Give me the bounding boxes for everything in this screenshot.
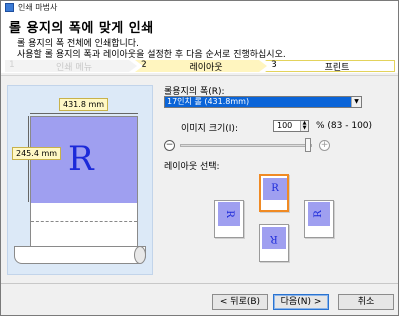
app-icon bbox=[5, 3, 14, 12]
layout-option-bottom[interactable]: R bbox=[259, 224, 289, 262]
layout-option-top[interactable]: R bbox=[259, 174, 289, 212]
print-wizard-window: 인쇄 마법사 롤 용지의 폭에 맞게 인쇄 롤 용지의 폭 전체에 인쇄합니다.… bbox=[0, 0, 399, 316]
back-button[interactable]: < 뒤로(B) bbox=[212, 294, 268, 310]
layout-option-right[interactable]: R bbox=[304, 200, 334, 238]
zoom-in-icon[interactable]: + bbox=[319, 140, 330, 151]
next-button[interactable]: 다음(N) > bbox=[273, 294, 329, 310]
image-size-value: 100 bbox=[277, 121, 293, 130]
layout-select-label: 레이아웃 선택: bbox=[164, 162, 220, 172]
step-number: 2 bbox=[141, 60, 147, 70]
roll-width-value: 17인치 롤 (431.8mm) bbox=[165, 97, 351, 107]
height-label: 245.4 mm bbox=[12, 147, 62, 160]
step-number: 3 bbox=[271, 60, 277, 70]
footer-divider bbox=[1, 283, 398, 284]
image-size-spinner[interactable]: 100 ▲ ▼ bbox=[273, 120, 309, 132]
page-heading: 롤 용지의 폭에 맞게 인쇄 bbox=[9, 21, 154, 36]
layout-thumb: R bbox=[308, 202, 330, 226]
step-label: 프린트 bbox=[324, 63, 350, 73]
layout-option-left[interactable]: R bbox=[214, 200, 244, 238]
header-divider bbox=[1, 75, 398, 76]
slider-thumb[interactable] bbox=[305, 138, 311, 152]
image-size-label: 이미지 크기(I): bbox=[181, 124, 238, 134]
layout-thumb: R bbox=[262, 227, 286, 249]
image-size-slider[interactable] bbox=[180, 144, 312, 147]
layout-preview: R 431.8 mm 245.4 mm bbox=[7, 85, 153, 275]
step-label: 인쇄 메뉴 bbox=[56, 63, 92, 73]
layout-thumb: R bbox=[218, 202, 240, 226]
layout-thumb: R bbox=[263, 178, 287, 200]
spin-arrows-icon[interactable]: ▲ ▼ bbox=[300, 121, 308, 131]
print-area: R bbox=[31, 117, 137, 203]
step-layout[interactable]: 2 레이아웃 bbox=[135, 60, 267, 72]
roll-curl bbox=[14, 246, 146, 264]
title-bar: 인쇄 마법사 bbox=[1, 1, 398, 15]
wizard-steps: 1 인쇄 메뉴 2 레이아웃 3 프린트 bbox=[1, 59, 398, 73]
chevron-down-icon[interactable]: ▼ bbox=[351, 97, 361, 107]
step-print-menu[interactable]: 1 인쇄 메뉴 bbox=[5, 60, 137, 72]
step-number: 1 bbox=[9, 60, 15, 70]
roll-paper: R bbox=[30, 116, 138, 248]
window-title: 인쇄 마법사 bbox=[18, 3, 58, 12]
image-size-range: % (83 - 100) bbox=[316, 121, 373, 131]
width-dimension-line bbox=[30, 113, 138, 114]
step-print[interactable]: 3 프린트 bbox=[265, 60, 395, 72]
width-label: 431.8 mm bbox=[59, 98, 109, 111]
zoom-out-icon[interactable]: − bbox=[164, 140, 175, 151]
cancel-button[interactable]: 취소 bbox=[338, 294, 394, 310]
sample-letter: R bbox=[68, 139, 94, 179]
roll-width-select[interactable]: 17인치 롤 (431.8mm) ▼ bbox=[164, 96, 362, 108]
cut-line bbox=[31, 221, 137, 222]
wizard-header: 롤 용지의 폭에 맞게 인쇄 롤 용지의 폭 전체에 인쇄합니다. 사용할 롤 … bbox=[1, 15, 398, 60]
step-label: 레이아웃 bbox=[189, 63, 223, 73]
roll-end-cap bbox=[134, 246, 146, 264]
